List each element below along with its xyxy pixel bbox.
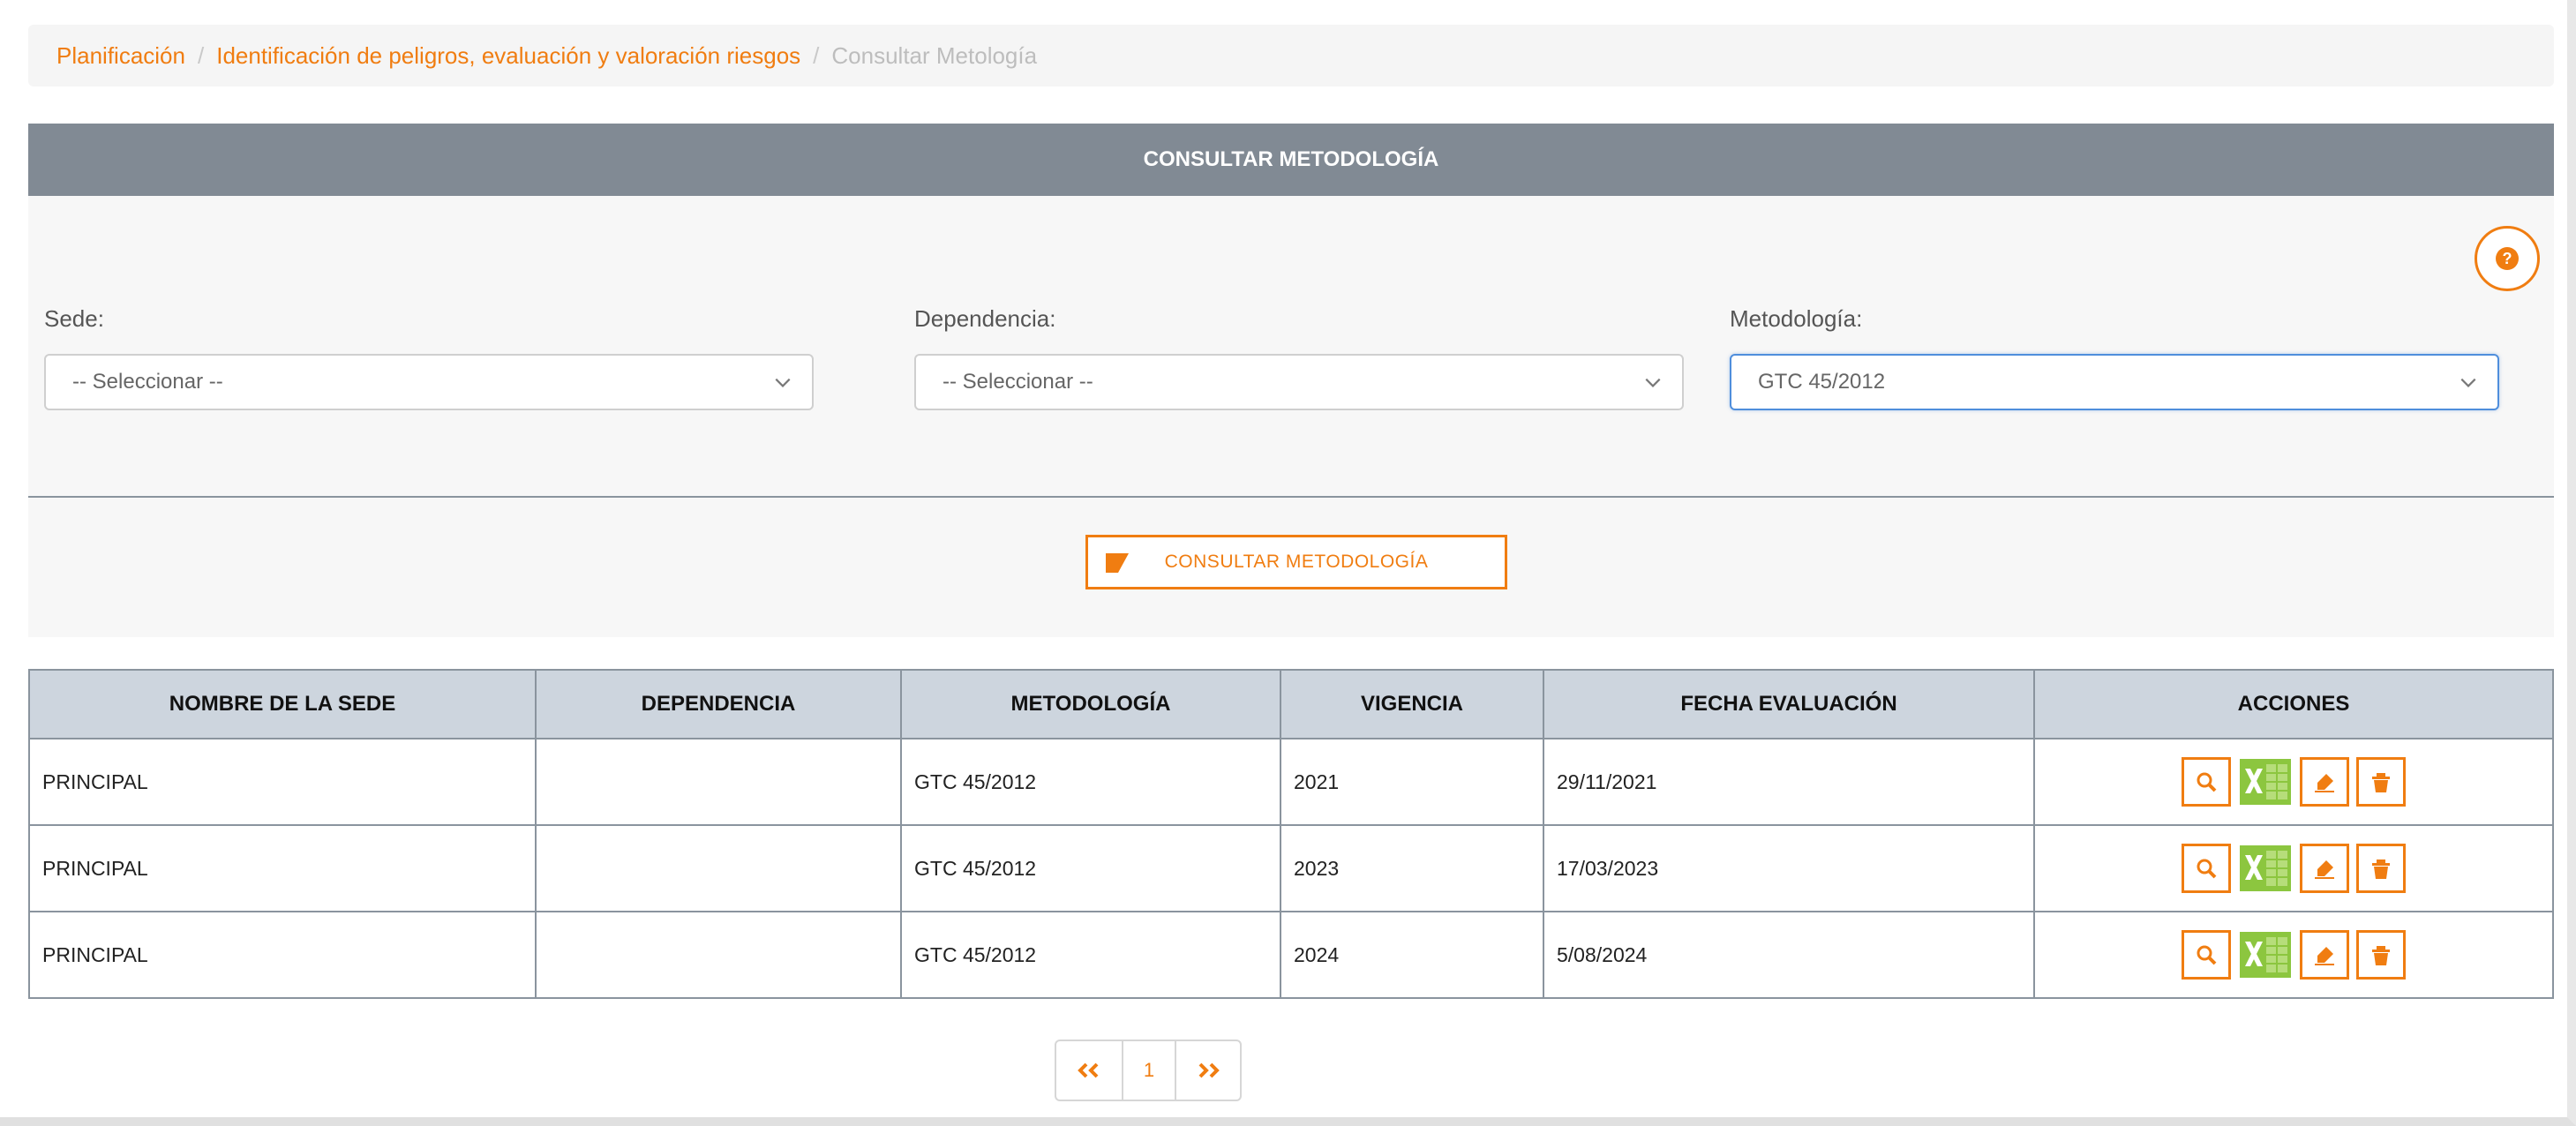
panel-title: CONSULTAR METODOLOGÍA <box>28 124 2554 196</box>
cell-sede: PRINCIPAL <box>28 911 537 999</box>
sede-field: Sede: -- Seleccionar -- <box>44 305 814 410</box>
delete-icon <box>2372 946 2390 965</box>
table-row: PRINCIPAL GTC 45/2012 2023 17/03/2023 <box>28 824 2554 912</box>
pagination-next-button[interactable] <box>1175 1041 1240 1100</box>
cell-sede: PRINCIPAL <box>28 738 537 826</box>
cell-acciones <box>2033 911 2554 999</box>
breadcrumb-link-planificacion[interactable]: Planificación <box>56 42 185 70</box>
cell-metodologia: GTC 45/2012 <box>900 911 1281 999</box>
sede-label: Sede: <box>44 305 104 332</box>
breadcrumb-separator: / <box>197 41 205 69</box>
delete-button[interactable] <box>2356 844 2406 893</box>
edit-button[interactable] <box>2300 930 2349 980</box>
cell-dependencia <box>535 824 902 912</box>
edit-icon <box>2315 947 2334 965</box>
cell-vigencia: 2023 <box>1280 824 1544 912</box>
cell-metodologia: GTC 45/2012 <box>900 738 1281 826</box>
cell-vigencia: 2021 <box>1280 738 1544 826</box>
cell-sede: PRINCIPAL <box>28 824 537 912</box>
cell-fecha: 29/11/2021 <box>1543 738 2035 826</box>
column-header-acciones: ACCIONES <box>2033 669 2554 739</box>
chevron-down-icon <box>2460 378 2476 387</box>
edit-icon <box>2315 860 2334 879</box>
dependencia-select[interactable]: -- Seleccionar -- <box>914 354 1684 410</box>
metodologia-label: Metodología: <box>1730 305 1863 332</box>
results-table: NOMBRE DE LA SEDE DEPENDENCIA METODOLOGÍ… <box>28 669 2554 999</box>
pagination: 1 <box>1055 1040 1242 1101</box>
delete-button[interactable] <box>2356 930 2406 980</box>
export-excel-button[interactable] <box>2238 844 2293 893</box>
breadcrumb-separator: / <box>813 41 820 69</box>
search-icon <box>2197 945 2217 965</box>
edit-button[interactable] <box>2300 844 2349 893</box>
cell-vigencia: 2024 <box>1280 911 1544 999</box>
column-header-dependencia: DEPENDENCIA <box>535 669 902 739</box>
consultar-metodologia-button[interactable]: CONSULTAR METODOLOGÍA <box>1085 535 1507 589</box>
double-chevron-right-icon <box>1198 1062 1220 1078</box>
view-button[interactable] <box>2182 757 2231 807</box>
dependencia-select-value: -- Seleccionar -- <box>943 370 1093 394</box>
column-header-sede: NOMBRE DE LA SEDE <box>28 669 537 739</box>
delete-icon <box>2372 860 2390 879</box>
panel-footer: CONSULTAR METODOLOGÍA <box>28 498 2554 637</box>
breadcrumb-current: Consultar Metología <box>831 41 1038 69</box>
cell-metodologia: GTC 45/2012 <box>900 824 1281 912</box>
pagination-page-1[interactable]: 1 <box>1122 1041 1175 1100</box>
help-button[interactable]: ? <box>2475 226 2540 291</box>
cell-fecha: 17/03/2023 <box>1543 824 2035 912</box>
view-button[interactable] <box>2182 844 2231 893</box>
search-icon <box>2197 859 2217 879</box>
sede-select-value: -- Seleccionar -- <box>72 370 223 394</box>
column-header-metodologia: METODOLOGÍA <box>900 669 1281 739</box>
consultar-metodologia-label: CONSULTAR METODOLOGÍA <box>1164 552 1429 572</box>
search-icon <box>2197 772 2217 792</box>
dependencia-field: Dependencia: -- Seleccionar -- <box>914 305 1684 410</box>
breadcrumb-link-identificacion[interactable]: Identificación de peligros, evaluación y… <box>216 42 800 70</box>
cell-acciones <box>2033 824 2554 912</box>
cell-acciones <box>2033 738 2554 826</box>
table-row: PRINCIPAL GTC 45/2012 2021 29/11/2021 <box>28 738 2554 826</box>
page-frame: Planificación / Identificación de peligr… <box>0 0 2576 1126</box>
edit-button[interactable] <box>2300 757 2349 807</box>
view-button[interactable] <box>2182 930 2231 980</box>
table-row: PRINCIPAL GTC 45/2012 2024 5/08/2024 <box>28 911 2554 999</box>
cell-dependencia <box>535 738 902 826</box>
delete-button[interactable] <box>2356 757 2406 807</box>
table-header-row: NOMBRE DE LA SEDE DEPENDENCIA METODOLOGÍ… <box>28 669 2554 739</box>
export-excel-button[interactable] <box>2238 930 2293 980</box>
breadcrumb: Planificación / Identificación de peligr… <box>28 25 2554 86</box>
column-header-vigencia: VIGENCIA <box>1280 669 1544 739</box>
excel-icon <box>2240 845 2291 891</box>
question-circle-icon: ? <box>2496 247 2519 270</box>
export-excel-button[interactable] <box>2238 757 2293 807</box>
panel-title-text: CONSULTAR METODOLOGÍA <box>1143 147 1439 171</box>
excel-icon <box>2240 932 2291 978</box>
eraser-icon <box>1106 553 1129 573</box>
column-header-fecha: FECHA EVALUACIÓN <box>1543 669 2035 739</box>
cell-dependencia <box>535 911 902 999</box>
double-chevron-left-icon <box>1078 1062 1099 1078</box>
chevron-down-icon <box>775 378 791 387</box>
sede-select[interactable]: -- Seleccionar -- <box>44 354 814 410</box>
metodologia-select[interactable]: GTC 45/2012 <box>1730 354 2499 410</box>
chevron-down-icon <box>1645 378 1661 387</box>
delete-icon <box>2372 773 2390 792</box>
filter-panel: ? Sede: -- Seleccionar -- Dependencia: -… <box>28 196 2554 498</box>
dependencia-label: Dependencia: <box>914 305 1056 332</box>
excel-icon <box>2240 759 2291 805</box>
pagination-prev-button[interactable] <box>1056 1041 1122 1100</box>
metodologia-select-value: GTC 45/2012 <box>1758 370 1886 394</box>
cell-fecha: 5/08/2024 <box>1543 911 2035 999</box>
edit-icon <box>2315 774 2334 792</box>
metodologia-field: Metodología: GTC 45/2012 <box>1730 305 2499 410</box>
